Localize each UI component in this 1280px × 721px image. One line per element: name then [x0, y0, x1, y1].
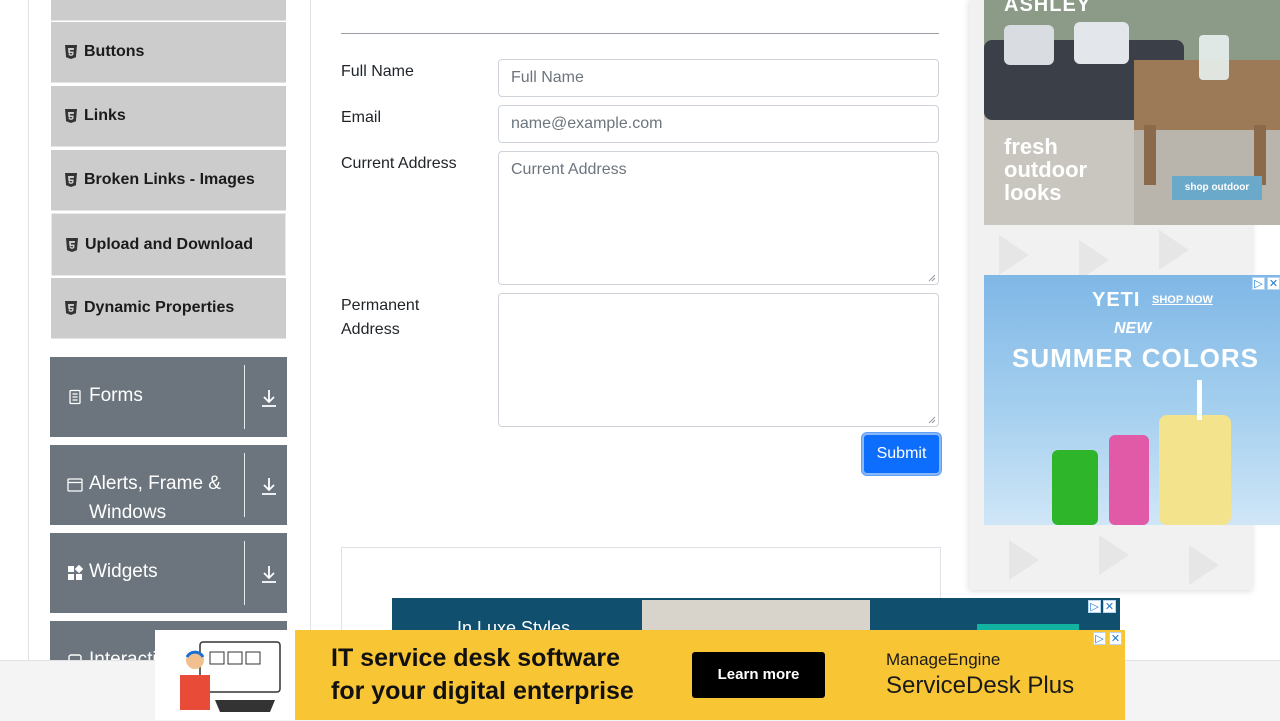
adchoices-icon[interactable]: ▷	[1252, 277, 1265, 290]
html5-icon	[66, 237, 78, 252]
submit-button[interactable]: Submit	[862, 433, 941, 475]
current-address-label: Current Address	[341, 155, 457, 172]
sidebar-group-widgets[interactable]: Widgets	[50, 533, 287, 613]
form-top-divider	[341, 33, 939, 34]
sidebar-item-label: Buttons	[84, 43, 145, 60]
group-separator	[244, 365, 245, 429]
sidebar-item-dynamic-properties[interactable]: Dynamic Properties	[51, 278, 286, 339]
group-label: Forms	[89, 385, 143, 406]
ashley-brand: ASHLEY	[1004, 0, 1092, 16]
email-input[interactable]: name@example.com	[498, 105, 939, 143]
left-divider	[28, 0, 29, 720]
group-label: Alerts, Frame &	[89, 473, 221, 494]
adchoices-icon[interactable]: ▷	[1093, 632, 1106, 645]
sidebar-item-label: Links	[84, 107, 126, 124]
sidebar-group-alerts-frame-windows[interactable]: Alerts, Frame & Windows	[50, 445, 287, 525]
sidebar-item-label: Upload and Download	[85, 235, 253, 253]
permanent-address-textarea[interactable]	[498, 293, 939, 427]
download-arrow-icon[interactable]	[260, 388, 278, 408]
html5-icon	[65, 45, 77, 59]
sidebar-group-forms[interactable]: Forms	[50, 357, 287, 437]
current-address-placeholder: Current Address	[511, 161, 627, 178]
servicedesk-illustration	[155, 630, 295, 720]
servicedesk-plus-brand: ServiceDesk Plus	[886, 672, 1075, 699]
group-label: Widgets	[89, 561, 158, 582]
full-name-label: Full Name	[341, 63, 414, 80]
ashley-ad[interactable]: ASHLEY fresh outdoor looks shop outdoor	[984, 0, 1280, 225]
download-arrow-icon[interactable]	[260, 564, 278, 584]
group-separator	[244, 453, 245, 517]
sidebar-item-links[interactable]: Links	[51, 86, 286, 147]
current-address-textarea[interactable]: Current Address	[498, 151, 939, 285]
ashley-headline-2: outdoor	[1004, 157, 1088, 182]
sidebar-item-upload-download[interactable]: Upload and Download	[51, 213, 286, 276]
learn-more-button[interactable]: Learn more	[692, 652, 825, 698]
download-arrow-icon[interactable]	[260, 476, 278, 496]
yeti-products-image	[1052, 380, 1231, 525]
servicedesk-headline-2: for your digital enterprise	[331, 677, 634, 705]
sidebar-item-broken-links[interactable]: Broken Links - Images	[51, 150, 286, 211]
servicedesk-ad[interactable]: IT service desk software for your digita…	[155, 630, 1125, 720]
email-placeholder: name@example.com	[511, 115, 663, 132]
full-name-input[interactable]: Full Name	[498, 59, 939, 97]
servicedesk-headline-1: IT service desk software	[331, 644, 621, 672]
sidebar-item-label: Broken Links - Images	[84, 171, 255, 188]
manageengine-brand: ManageEngine	[886, 650, 1001, 669]
sidebar-item-previous[interactable]	[51, 0, 286, 21]
group-label-line2: Windows	[89, 502, 167, 523]
close-icon[interactable]: ✕	[1103, 600, 1116, 613]
html5-icon	[65, 109, 77, 123]
close-icon[interactable]: ✕	[1267, 277, 1280, 290]
permanent-address-label: Permanent	[341, 297, 420, 314]
email-label: Email	[341, 109, 382, 126]
ashley-headline-3: looks	[1004, 180, 1062, 205]
window-icon	[67, 478, 83, 492]
sidebar-item-label: Dynamic Properties	[84, 299, 235, 316]
adchoices-icon[interactable]: ▷	[1088, 600, 1101, 613]
ashley-headline: fresh outdoor looks	[1004, 135, 1087, 204]
group-separator	[244, 541, 245, 605]
permanent-address-label-line2: Address	[341, 321, 400, 338]
sidebar-item-buttons[interactable]: Buttons	[51, 22, 286, 83]
yeti-ad[interactable]: YETI SHOP NOW NEW SUMMER COLORS ▷ ✕	[984, 275, 1280, 525]
widgets-icon	[68, 565, 83, 580]
ashley-headline-1: fresh	[1004, 134, 1058, 159]
html5-icon	[65, 173, 77, 187]
resize-handle-icon[interactable]	[928, 274, 936, 282]
servicedesk-headline: IT service desk software for your digita…	[331, 642, 634, 708]
html5-icon	[65, 301, 77, 315]
full-name-placeholder: Full Name	[511, 69, 584, 86]
ashley-cta-button[interactable]: shop outdoor	[1172, 176, 1262, 200]
document-icon	[69, 389, 81, 405]
close-icon[interactable]: ✕	[1109, 632, 1122, 645]
resize-handle-icon[interactable]	[928, 416, 936, 424]
sidebar-divider	[310, 0, 311, 720]
